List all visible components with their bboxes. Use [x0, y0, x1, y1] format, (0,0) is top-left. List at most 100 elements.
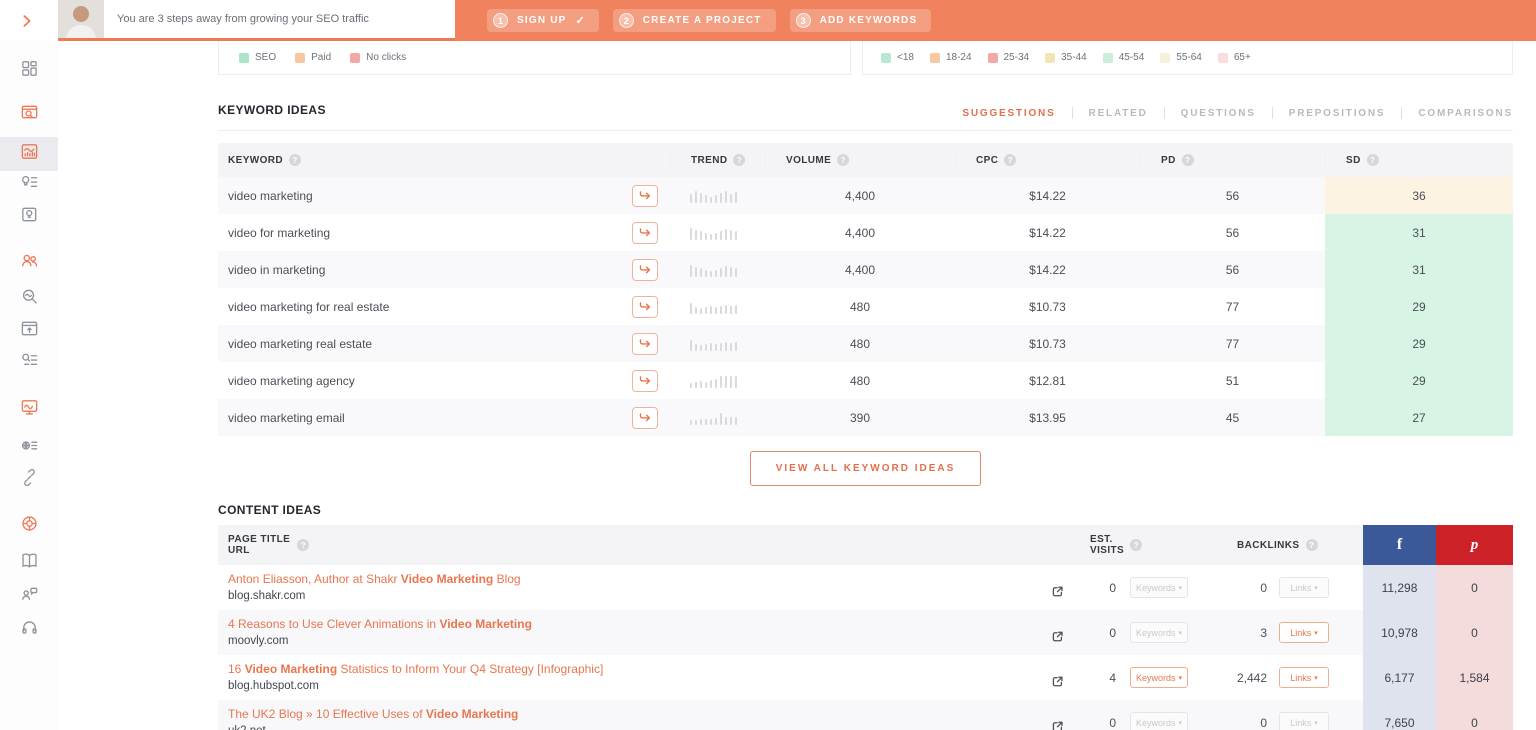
copy-keyword-button[interactable]	[632, 259, 658, 281]
keyword-text: video marketing agency	[228, 374, 355, 388]
sidebar-item-backlink-overview[interactable]	[0, 431, 58, 465]
facebook-column-header: f	[1363, 525, 1436, 565]
step-add-keywords[interactable]: 3 ADD KEYWORDS	[790, 9, 932, 32]
links-dropdown[interactable]: Links▾	[1279, 577, 1329, 598]
est-visits-value: 0	[1086, 716, 1116, 730]
pd-value: 77	[1140, 288, 1325, 325]
onboarding-message: You are 3 steps away from growing your S…	[117, 13, 369, 25]
keyword-row: video in marketing 4,400 $14.22 56 31	[218, 251, 1513, 288]
content-page-link[interactable]: Anton Eliasson, Author at Shakr Video Ma…	[228, 572, 1080, 587]
copy-keyword-button[interactable]	[632, 185, 658, 207]
step-create-project[interactable]: 2 CREATE A PROJECT	[613, 9, 776, 32]
backlinks-value: 0	[1225, 716, 1267, 730]
legend-item-age: 25-34	[988, 52, 1030, 63]
sidebar-item-site-audit[interactable]	[0, 393, 58, 427]
info-icon[interactable]: ?	[289, 154, 301, 166]
sd-value: 36	[1325, 177, 1513, 214]
trend-sparkline	[690, 337, 737, 351]
content-page-link[interactable]: 16 Video Marketing Statistics to Inform …	[228, 662, 1080, 677]
info-icon[interactable]: ?	[733, 154, 745, 166]
sidebar-item-rank-tracking[interactable]	[0, 314, 58, 348]
headphones-icon	[20, 617, 39, 641]
pd-value: 45	[1140, 399, 1325, 436]
tab-separator	[1401, 107, 1402, 119]
tab-separator	[1072, 107, 1073, 119]
view-all-keyword-ideas-button[interactable]: VIEW ALL KEYWORD IDEAS	[750, 451, 982, 486]
sidebar-item-keyword-ideas[interactable]	[0, 168, 58, 202]
external-link-icon[interactable]	[1051, 675, 1064, 693]
legend-swatch	[988, 53, 998, 63]
trend-sparkline	[690, 263, 737, 277]
keyword-text: video marketing real estate	[228, 337, 372, 351]
step-sign-up[interactable]: 1 SIGN UP ✓	[487, 9, 599, 32]
volume-value: 4,400	[765, 177, 955, 214]
links-dropdown[interactable]: Links▾	[1279, 667, 1329, 688]
pinterest-column-header: p	[1436, 525, 1513, 565]
info-icon[interactable]: ?	[1306, 539, 1318, 551]
step-number-badge: 2	[619, 13, 634, 28]
chevron-down-icon: ▾	[1314, 584, 1318, 592]
column-header-est: EST.	[1090, 534, 1124, 545]
keywords-dropdown[interactable]: Keywords▾	[1130, 577, 1188, 598]
keywords-dropdown[interactable]: Keywords▾	[1130, 622, 1188, 643]
links-dropdown[interactable]: Links▾	[1279, 712, 1329, 730]
cpc-value: $14.22	[955, 214, 1140, 251]
external-link-icon[interactable]	[1051, 720, 1064, 730]
tab-prepositions[interactable]: PREPOSITIONS	[1289, 108, 1386, 119]
copy-keyword-button[interactable]	[632, 296, 658, 318]
tab-comparisons[interactable]: COMPARISONS	[1418, 108, 1513, 119]
content-page-link[interactable]: The UK2 Blog » 10 Effective Uses of Vide…	[228, 707, 1080, 722]
sd-value: 31	[1325, 214, 1513, 251]
sidebar-item-content-ideas[interactable]	[0, 200, 58, 234]
cpc-value: $14.22	[955, 177, 1140, 214]
sidebar-item-keyword-lists[interactable]	[0, 346, 58, 380]
sd-value: 29	[1325, 288, 1513, 325]
sidebar-item-keyword-overview[interactable]	[0, 137, 58, 171]
info-icon[interactable]: ?	[297, 539, 309, 551]
tab-questions[interactable]: QUESTIONS	[1181, 108, 1256, 119]
lifebuoy-icon	[20, 514, 39, 538]
copy-keyword-button[interactable]	[632, 333, 658, 355]
column-header-pd: PD	[1161, 155, 1176, 166]
est-visits-value: 0	[1086, 581, 1116, 595]
info-icon[interactable]: ?	[837, 154, 849, 166]
sidebar-item-dashboard[interactable]	[0, 54, 58, 88]
content-row: The UK2 Blog » 10 Effective Uses of Vide…	[218, 700, 1513, 730]
tab-related[interactable]: RELATED	[1089, 108, 1148, 119]
sd-value: 29	[1325, 325, 1513, 362]
sidebar-item-traffic-analyzer[interactable]	[0, 98, 58, 132]
copy-keyword-button[interactable]	[632, 222, 658, 244]
copy-keyword-button[interactable]	[632, 407, 658, 429]
external-link-icon[interactable]	[1051, 585, 1064, 603]
sidebar-item-competitor-analysis[interactable]	[0, 246, 58, 280]
est-visits-value: 0	[1086, 626, 1116, 640]
column-header-visits: VISITS	[1090, 545, 1124, 556]
keywords-dropdown[interactable]: Keywords▾	[1130, 712, 1188, 730]
sidebar-item-community[interactable]	[0, 579, 58, 613]
info-icon[interactable]: ?	[1367, 154, 1379, 166]
keyword-table-header: KEYWORD? TREND? VOLUME? CPC? PD? SD?	[218, 143, 1513, 177]
sidebar-expand-chevron-icon[interactable]	[19, 13, 35, 34]
content-ideas-icon	[20, 205, 39, 229]
sidebar-item-academy[interactable]	[0, 546, 58, 580]
copy-keyword-button[interactable]	[632, 370, 658, 392]
links-dropdown[interactable]: Links▾	[1279, 622, 1329, 643]
sidebar-item-help[interactable]	[0, 509, 58, 543]
sidebar-item-keyword-visualization[interactable]	[0, 282, 58, 316]
sidebar-item-backlink-opportunities[interactable]	[0, 463, 58, 497]
info-icon[interactable]: ?	[1182, 154, 1194, 166]
content-ideas-title: CONTENT IDEAS	[218, 503, 321, 517]
chevron-down-icon: ▾	[1314, 719, 1318, 727]
content-page-url: moovly.com	[228, 635, 1080, 647]
facebook-shares-value: 7,650	[1363, 700, 1436, 730]
external-link-icon[interactable]	[1051, 630, 1064, 648]
info-icon[interactable]: ?	[1130, 539, 1142, 551]
pinterest-shares-value: 0	[1436, 565, 1513, 610]
content-page-link[interactable]: 4 Reasons to Use Clever Animations in Vi…	[228, 617, 1080, 632]
tab-suggestions[interactable]: SUGGESTIONS	[962, 108, 1055, 119]
pinterest-icon: p	[1471, 537, 1479, 554]
keywords-dropdown[interactable]: Keywords▾	[1130, 667, 1188, 688]
sidebar-item-support[interactable]	[0, 612, 58, 646]
legend-swatch	[1218, 53, 1228, 63]
info-icon[interactable]: ?	[1004, 154, 1016, 166]
